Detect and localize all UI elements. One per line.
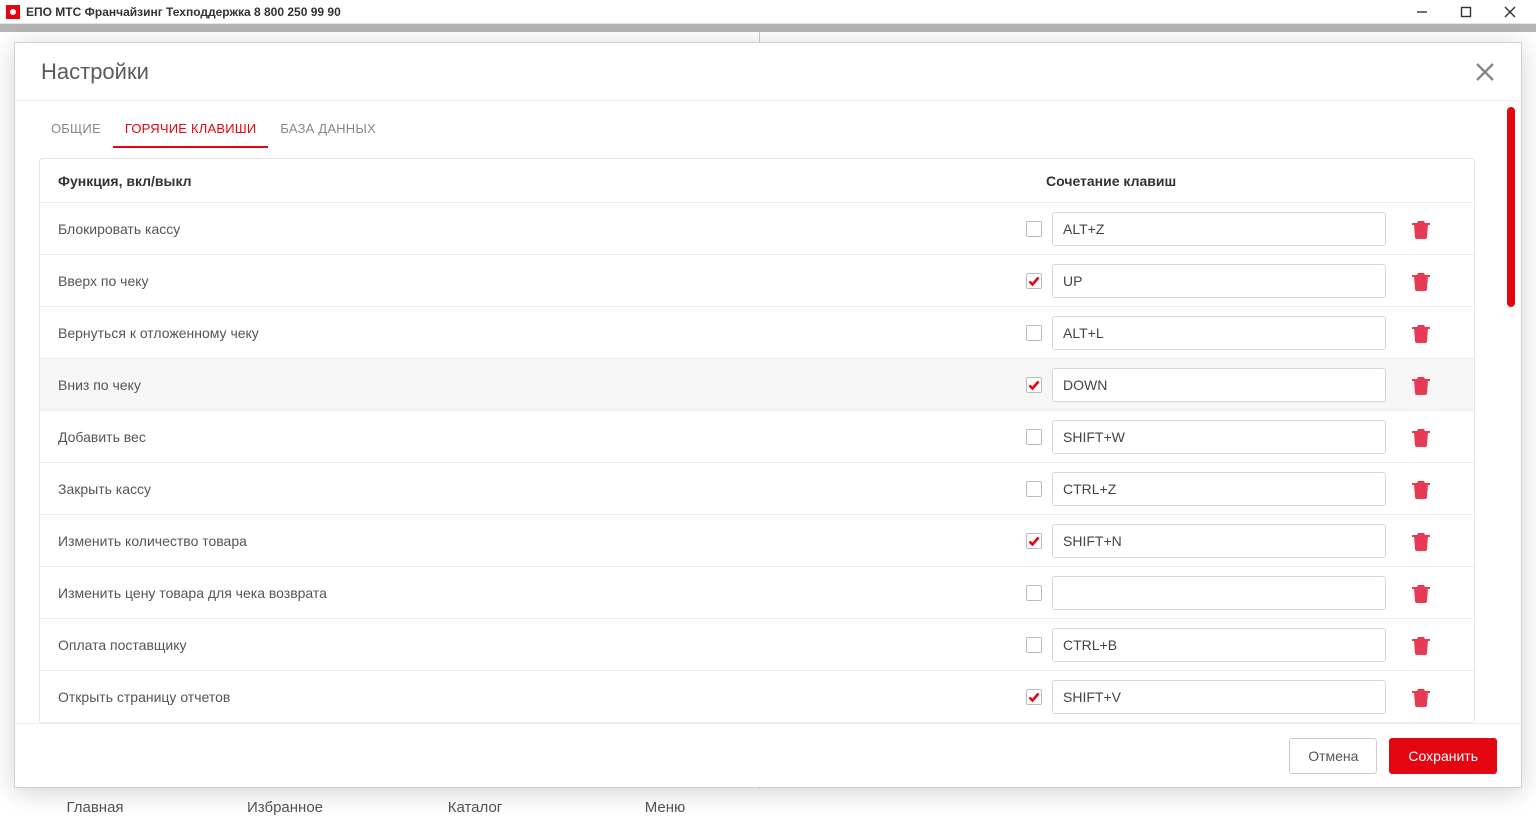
scrollbar[interactable] (1507, 107, 1515, 717)
bottom-nav-item[interactable]: Главная (0, 799, 190, 816)
app-logo-icon (6, 5, 20, 19)
modal-body: ОБЩИЕГОРЯЧИЕ КЛАВИШИБАЗА ДАННЫХ Функция,… (15, 101, 1499, 723)
hotkey-delete-button[interactable] (1386, 427, 1456, 447)
hotkey-delete-button[interactable] (1386, 531, 1456, 551)
panel-header: Функция, вкл/выкл Сочетание клавиш (40, 159, 1474, 203)
bottom-nav-item[interactable]: Меню (570, 799, 760, 816)
hotkey-label: Блокировать кассу (58, 221, 1016, 237)
hotkey-label: Открыть страницу отчетов (58, 689, 1016, 705)
column-combo-header: Сочетание клавиш (1046, 173, 1386, 189)
hotkey-label: Закрыть кассу (58, 481, 1016, 497)
hotkey-enable-checkbox[interactable] (1016, 325, 1052, 341)
hotkey-enable-checkbox[interactable] (1016, 273, 1052, 289)
modal-title: Настройки (41, 59, 149, 85)
hotkey-delete-button[interactable] (1386, 323, 1456, 343)
hotkey-label: Добавить вес (58, 429, 1016, 445)
window-minimize-button[interactable] (1400, 0, 1444, 24)
hotkey-delete-button[interactable] (1386, 479, 1456, 499)
save-button[interactable]: Сохранить (1389, 738, 1497, 774)
hotkey-combo-input[interactable] (1052, 472, 1386, 506)
hotkey-label: Изменить количество товара (58, 533, 1016, 549)
modal-header: Настройки (15, 43, 1521, 101)
hotkey-combo-input[interactable] (1052, 680, 1386, 714)
hotkey-label: Вернуться к отложенному чеку (58, 325, 1016, 341)
hotkey-row: Вернуться к отложенному чеку (40, 307, 1474, 359)
hotkey-combo-input[interactable] (1052, 628, 1386, 662)
tab-2[interactable]: БАЗА ДАННЫХ (268, 115, 388, 148)
hotkey-row: Добавить вес (40, 411, 1474, 463)
hotkey-row: Открыть страницу отчетов (40, 671, 1474, 723)
hotkey-combo-input[interactable] (1052, 576, 1386, 610)
modal-close-button[interactable] (1471, 58, 1499, 86)
hotkey-row: Изменить количество товара (40, 515, 1474, 567)
hotkey-delete-button[interactable] (1386, 271, 1456, 291)
window-maximize-button[interactable] (1444, 0, 1488, 24)
hotkey-row: Блокировать кассу (40, 203, 1474, 255)
hotkey-enable-checkbox[interactable] (1016, 689, 1052, 705)
hotkey-row: Оплата поставщику (40, 619, 1474, 671)
hotkey-enable-checkbox[interactable] (1016, 481, 1052, 497)
hotkey-combo-input[interactable] (1052, 212, 1386, 246)
hotkey-delete-button[interactable] (1386, 635, 1456, 655)
app-title: ЕПО МТС Франчайзинг Техподдержка 8 800 2… (26, 5, 341, 19)
hotkey-combo-input[interactable] (1052, 316, 1386, 350)
tabs: ОБЩИЕГОРЯЧИЕ КЛАВИШИБАЗА ДАННЫХ (15, 101, 1499, 148)
window-close-button[interactable] (1488, 0, 1532, 24)
cancel-button[interactable]: Отмена (1289, 738, 1377, 774)
hotkey-row: Закрыть кассу (40, 463, 1474, 515)
hotkey-row: Изменить цену товара для чека возврата (40, 567, 1474, 619)
column-function-header: Функция, вкл/выкл (58, 173, 1010, 189)
hotkey-row: Вверх по чеку (40, 255, 1474, 307)
bottom-nav-item[interactable]: Каталог (380, 799, 570, 816)
hotkeys-panel: Функция, вкл/выкл Сочетание клавиш Блоки… (39, 158, 1475, 723)
hotkey-label: Изменить цену товара для чека возврата (58, 585, 1016, 601)
settings-modal: Настройки ОБЩИЕГОРЯЧИЕ КЛАВИШИБАЗА ДАННЫ… (14, 42, 1522, 788)
hotkey-enable-checkbox[interactable] (1016, 221, 1052, 237)
scrollbar-thumb[interactable] (1507, 107, 1515, 307)
titlebar: ЕПО МТС Франчайзинг Техподдержка 8 800 2… (0, 0, 1536, 24)
hotkey-combo-input[interactable] (1052, 524, 1386, 558)
tab-0[interactable]: ОБЩИЕ (39, 115, 113, 148)
hotkey-label: Оплата поставщику (58, 637, 1016, 653)
hotkey-enable-checkbox[interactable] (1016, 533, 1052, 549)
hotkey-delete-button[interactable] (1386, 687, 1456, 707)
bottom-nav: Главная Избранное Каталог Меню (0, 789, 1536, 825)
tab-1[interactable]: ГОРЯЧИЕ КЛАВИШИ (113, 115, 269, 148)
bottom-nav-item[interactable]: Избранное (190, 799, 380, 816)
hotkey-combo-input[interactable] (1052, 420, 1386, 454)
hotkey-label: Вверх по чеку (58, 273, 1016, 289)
hotkey-combo-input[interactable] (1052, 368, 1386, 402)
hotkey-enable-checkbox[interactable] (1016, 585, 1052, 601)
hotkey-delete-button[interactable] (1386, 375, 1456, 395)
hotkey-enable-checkbox[interactable] (1016, 429, 1052, 445)
hotkey-delete-button[interactable] (1386, 583, 1456, 603)
hotkey-combo-input[interactable] (1052, 264, 1386, 298)
hotkey-enable-checkbox[interactable] (1016, 637, 1052, 653)
modal-footer: Отмена Сохранить (15, 723, 1521, 787)
hotkey-row: Вниз по чеку (40, 359, 1474, 411)
hotkey-delete-button[interactable] (1386, 219, 1456, 239)
hotkey-label: Вниз по чеку (58, 377, 1016, 393)
hotkey-enable-checkbox[interactable] (1016, 377, 1052, 393)
